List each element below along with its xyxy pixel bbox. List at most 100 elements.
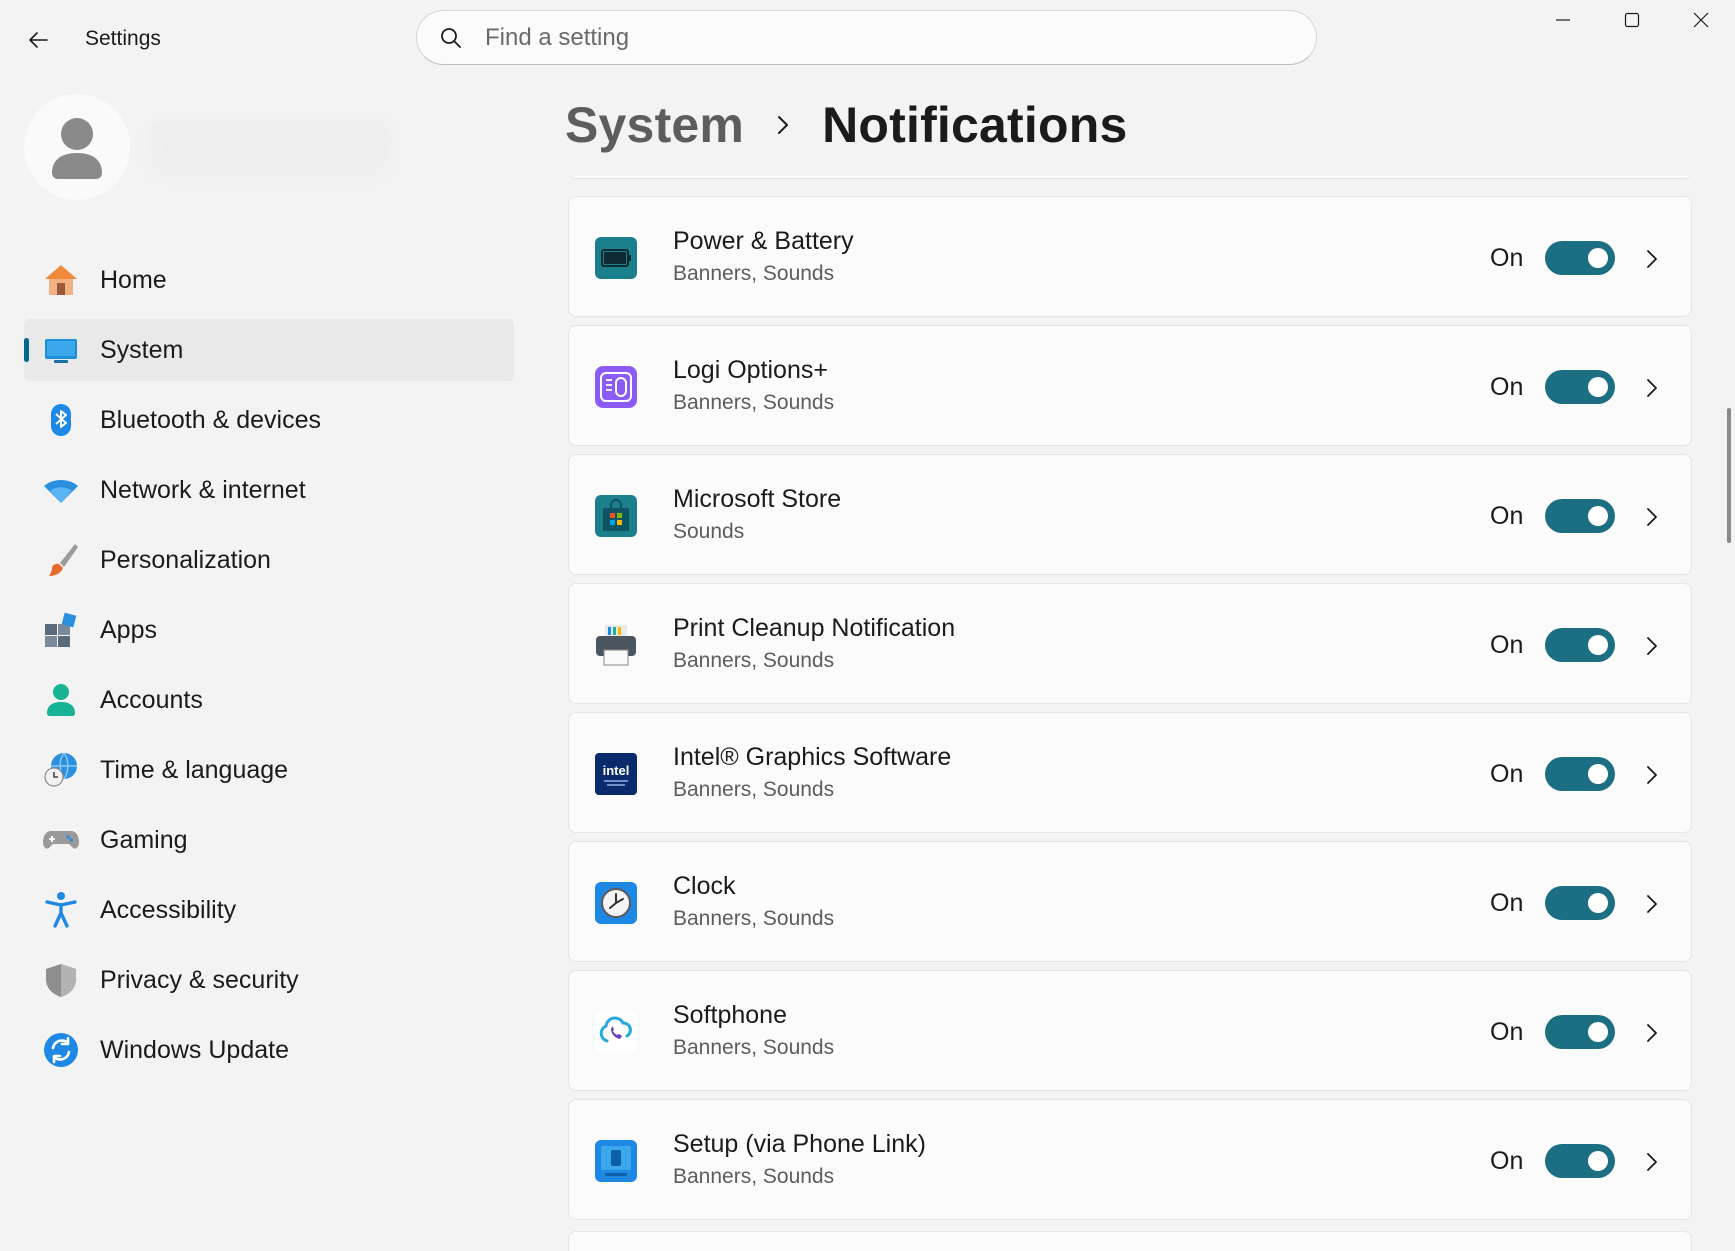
accounts-icon	[42, 681, 80, 719]
notification-toggle[interactable]	[1545, 241, 1615, 275]
toggle-state-label: On	[1490, 631, 1524, 659]
chevron-right-icon[interactable]	[1637, 373, 1667, 403]
sidebar-item-home[interactable]: Home	[24, 249, 514, 311]
notification-toggle[interactable]	[1545, 370, 1615, 404]
chevron-right-icon[interactable]	[1637, 1018, 1667, 1048]
list-item-partial	[568, 176, 1692, 179]
search-box[interactable]	[416, 10, 1317, 65]
title-bar: Settings	[0, 0, 1735, 80]
notification-row-logi-options[interactable]: Logi Options+ Banners, Sounds On	[568, 325, 1692, 446]
sidebar-item-label: Bluetooth & devices	[100, 405, 321, 434]
sidebar-item-label: Home	[100, 265, 167, 294]
maximize-button[interactable]	[1597, 0, 1666, 40]
page-title: Notifications	[822, 97, 1128, 153]
toggle-knob	[1588, 893, 1608, 913]
sidebar-item-privacy-security[interactable]: Privacy & security	[24, 949, 514, 1011]
chevron-right-icon[interactable]	[1637, 244, 1667, 274]
toggle-knob	[1588, 635, 1608, 655]
phone-link-icon	[595, 1140, 637, 1182]
apps-icon	[42, 611, 80, 649]
sidebar-item-accounts[interactable]: Accounts	[24, 669, 514, 731]
intel-icon: intel	[595, 753, 637, 795]
printer-icon	[595, 624, 637, 666]
sidebar-item-time-language[interactable]: Time & language	[24, 739, 514, 801]
notification-row-intel-graphics[interactable]: intel Intel® Graphics Software Banners, …	[568, 712, 1692, 833]
maximize-icon	[1624, 12, 1639, 28]
notification-row-power-battery[interactable]: Power & Battery Banners, Sounds On	[568, 196, 1692, 317]
toggle-knob	[1588, 1151, 1608, 1171]
sidebar-item-label: Accessibility	[100, 895, 237, 924]
bluetooth-icon	[42, 401, 80, 439]
user-profile[interactable]	[24, 94, 389, 200]
toggle-knob	[1588, 248, 1608, 268]
breadcrumb-parent-link[interactable]: System	[565, 96, 744, 154]
home-icon	[42, 261, 80, 299]
sidebar-item-label: Windows Update	[100, 1035, 289, 1064]
toggle-state-label: On	[1490, 373, 1524, 401]
notification-toggle[interactable]	[1545, 1144, 1615, 1178]
notification-row-print-cleanup[interactable]: Print Cleanup Notification Banners, Soun…	[568, 583, 1692, 704]
sidebar-item-bluetooth[interactable]: Bluetooth & devices	[24, 389, 514, 451]
app-name: Power & Battery	[673, 227, 854, 255]
notification-types: Banners, Sounds	[673, 262, 835, 285]
notification-types: Sounds	[673, 520, 745, 543]
notification-toggle[interactable]	[1545, 628, 1615, 662]
sidebar-item-network[interactable]: Network & internet	[24, 459, 514, 521]
toggle-state-label: On	[1490, 1147, 1524, 1175]
app-name: Logi Options+	[673, 356, 828, 384]
notification-types: Banners, Sounds	[673, 907, 835, 930]
notification-toggle[interactable]	[1545, 1015, 1615, 1049]
notification-row-clock[interactable]: Clock Banners, Sounds On	[568, 841, 1692, 962]
notifications-list: Power & Battery Banners, Sounds On Logi …	[568, 176, 1692, 1251]
toggle-knob	[1588, 1022, 1608, 1042]
toggle-state-label: On	[1490, 760, 1524, 788]
chevron-right-icon[interactable]	[1637, 889, 1667, 919]
scrollbar-thumb[interactable]	[1727, 408, 1731, 543]
toggle-state-label: On	[1490, 1018, 1524, 1046]
chevron-right-icon[interactable]	[1637, 1147, 1667, 1177]
sidebar-item-label: Apps	[100, 615, 157, 644]
sidebar-item-windows-update[interactable]: Windows Update	[24, 1019, 514, 1081]
sidebar-item-personalization[interactable]: Personalization	[24, 529, 514, 591]
sidebar-item-label: System	[100, 335, 184, 364]
notification-types: Banners, Sounds	[673, 1036, 835, 1059]
logi-options-icon	[595, 366, 637, 408]
minimize-icon	[1555, 19, 1570, 21]
breadcrumb: System Notifications	[565, 96, 1127, 154]
notification-row-phone-link-setup[interactable]: Setup (via Phone Link) Banners, Sounds O…	[568, 1099, 1692, 1220]
notification-toggle[interactable]	[1545, 757, 1615, 791]
brush-icon	[42, 541, 80, 579]
sidebar-item-label: Personalization	[100, 545, 271, 574]
sidebar-item-system[interactable]: System	[24, 319, 514, 381]
chevron-right-icon[interactable]	[1637, 760, 1667, 790]
minimize-button[interactable]	[1528, 0, 1597, 40]
app-title: Settings	[85, 27, 161, 50]
toggle-state-label: On	[1490, 244, 1524, 272]
chevron-right-icon[interactable]	[1637, 502, 1667, 532]
sidebar-item-apps[interactable]: Apps	[24, 599, 514, 661]
chevron-right-icon[interactable]	[1637, 631, 1667, 661]
sidebar-item-label: Time & language	[100, 755, 289, 784]
list-item-partial	[568, 1231, 1692, 1251]
notification-toggle[interactable]	[1545, 886, 1615, 920]
avatar[interactable]	[24, 94, 130, 200]
sidebar-item-accessibility[interactable]: Accessibility	[24, 879, 514, 941]
sidebar-item-label: Accounts	[100, 685, 203, 714]
wifi-icon	[42, 471, 80, 509]
search-input[interactable]	[485, 23, 1285, 52]
sidebar-item-gaming[interactable]: Gaming	[24, 809, 514, 871]
back-button[interactable]	[18, 20, 58, 60]
close-button[interactable]	[1666, 0, 1735, 40]
notification-row-softphone[interactable]: Softphone Banners, Sounds On	[568, 970, 1692, 1091]
chevron-right-icon	[774, 114, 792, 136]
search-icon	[441, 27, 461, 48]
globe-clock-icon	[42, 751, 80, 789]
clock-icon	[595, 882, 637, 924]
sidebar-item-label: Privacy & security	[100, 965, 299, 994]
shield-icon	[42, 961, 80, 999]
notification-row-microsoft-store[interactable]: Microsoft Store Sounds On	[568, 454, 1692, 575]
app-name: Clock	[673, 872, 736, 900]
sidebar-item-label: Gaming	[100, 825, 188, 854]
toggle-knob	[1588, 764, 1608, 784]
notification-toggle[interactable]	[1545, 499, 1615, 533]
